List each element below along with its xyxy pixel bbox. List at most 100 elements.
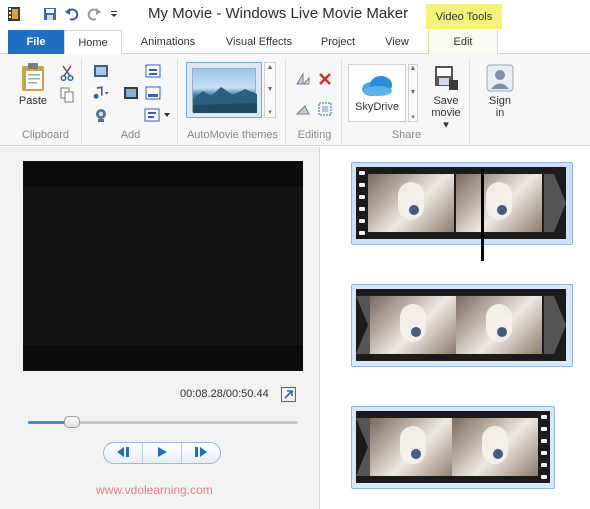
clipboard-group: Paste Clipboard: [10, 58, 82, 144]
snapshot-icon[interactable]: [122, 84, 140, 102]
clock-icon: [496, 326, 508, 338]
copy-icon[interactable]: [58, 86, 76, 104]
share-gallery-scroll[interactable]: ▲ ▼ ▾: [408, 64, 418, 122]
tab-visual-effects[interactable]: Visual Effects: [216, 30, 302, 54]
clock-icon: [408, 204, 420, 216]
sign-in-label-line2: in: [495, 107, 505, 119]
save-movie-label-line1: Save: [433, 95, 459, 107]
scroll-up-icon[interactable]: ▲: [267, 64, 274, 71]
clip-frame: [368, 174, 454, 232]
cut-icon[interactable]: [58, 64, 76, 82]
clip-filmstrip: [356, 411, 550, 483]
tab-view[interactable]: View: [376, 30, 418, 54]
video-preview[interactable]: [23, 161, 303, 371]
storyboard-clip[interactable]: [351, 406, 555, 489]
add-music-icon[interactable]: [92, 84, 110, 102]
playhead[interactable]: [481, 169, 484, 261]
save-movie-button[interactable]: Save movie ▾: [428, 64, 464, 131]
ribbon-tab-bar: File Home Animations Visual Effects Proj…: [0, 30, 590, 55]
save-icon[interactable]: [42, 6, 58, 22]
scroll-down-icon[interactable]: ▼: [410, 89, 417, 96]
rotate-left-icon[interactable]: [294, 70, 312, 88]
app-icon[interactable]: [6, 6, 22, 22]
paste-icon: [19, 62, 47, 95]
skydrive-icon: [360, 74, 394, 101]
ribbon: Paste Clipboard Add ▲ ▼ ▾ AutoMovie them…: [0, 54, 590, 146]
storyboard-clip[interactable]: [351, 162, 573, 261]
remove-icon[interactable]: [316, 70, 334, 88]
window-title: My Movie - Windows Live Movie Maker: [148, 5, 409, 22]
editing-group: Editing: [288, 58, 342, 144]
previous-frame-icon: [115, 446, 131, 461]
automovie-theme-thumbnail[interactable]: [192, 68, 257, 113]
clip-filmstrip: [356, 289, 566, 361]
workspace: 00:08.28/00:50.44 www.vdolearning.com: [0, 147, 590, 509]
playback-controls: [103, 442, 221, 464]
add-video-icon[interactable]: [92, 62, 110, 80]
add-group-label: Add: [120, 129, 141, 141]
watermark: www.vdolearning.com: [96, 483, 213, 497]
skydrive-label: SkyDrive: [354, 100, 399, 113]
gallery-more-icon[interactable]: ▾: [411, 113, 415, 121]
clock-icon: [410, 326, 422, 338]
seek-bar[interactable]: [28, 416, 298, 428]
tab-project[interactable]: Project: [310, 30, 366, 54]
sign-in-button[interactable]: Sign in: [484, 64, 516, 119]
clipboard-group-label: Clipboard: [21, 129, 70, 141]
transition-arrow-icon: [544, 174, 566, 232]
paste-label: Paste: [18, 95, 48, 107]
customize-quick-access-icon[interactable]: [106, 6, 122, 22]
signin-group: Sign in: [472, 58, 530, 144]
save-movie-icon: [433, 64, 459, 95]
seek-bar-thumb[interactable]: [64, 416, 81, 428]
video-picture: [23, 187, 303, 345]
redo-icon[interactable]: [86, 6, 102, 22]
share-group: SkyDrive ▲ ▼ ▾ Save movie ▾ Share: [344, 58, 470, 144]
skydrive-button[interactable]: SkyDrive: [348, 64, 406, 122]
caption-icon[interactable]: [144, 84, 162, 102]
play-button[interactable]: [143, 443, 182, 463]
previous-frame-button[interactable]: [104, 443, 143, 463]
tab-edit[interactable]: Edit: [428, 30, 498, 54]
next-frame-button[interactable]: [182, 443, 220, 463]
tab-file[interactable]: File: [8, 30, 64, 54]
play-icon: [156, 446, 168, 461]
clip-filmstrip: [356, 167, 566, 239]
theme-gallery-scroll[interactable]: ▲ ▼ ▾: [264, 62, 276, 118]
paste-button[interactable]: Paste: [16, 62, 50, 107]
title-icon[interactable]: [144, 62, 162, 80]
clip-frame: [370, 418, 456, 476]
user-icon: [486, 64, 514, 95]
next-frame-icon: [193, 446, 209, 461]
editing-group-label: Editing: [297, 129, 332, 141]
clip-frame: [456, 174, 542, 232]
webcam-icon[interactable]: [92, 106, 110, 124]
undo-icon[interactable]: [64, 6, 80, 22]
film-sprocket: [538, 411, 550, 483]
tab-animations[interactable]: Animations: [128, 30, 208, 54]
film-sprocket: [356, 167, 368, 239]
share-group-label: Share: [391, 129, 422, 141]
clip-frame: [456, 296, 542, 354]
tab-home[interactable]: Home: [64, 30, 122, 55]
select-all-icon[interactable]: [316, 100, 334, 118]
clock-icon: [496, 204, 508, 216]
storyboard-clip[interactable]: [351, 284, 573, 367]
save-movie-label-line2: movie ▾: [431, 107, 461, 131]
popout-icon[interactable]: [281, 387, 296, 402]
storyboard: [321, 147, 590, 509]
credits-icon[interactable]: [144, 106, 172, 124]
clock-icon: [492, 448, 504, 460]
add-group: Add: [84, 58, 178, 144]
rotate-right-icon[interactable]: [294, 100, 312, 118]
automovie-group-label: AutoMovie themes: [186, 129, 279, 141]
automovie-theme-gallery[interactable]: [186, 62, 262, 118]
scroll-down-icon[interactable]: ▼: [267, 86, 274, 93]
gallery-more-icon[interactable]: ▾: [268, 108, 272, 116]
scroll-up-icon[interactable]: ▲: [410, 65, 417, 72]
time-display: 00:08.28/00:50.44: [180, 388, 269, 400]
clock-icon: [410, 448, 422, 460]
title-bar: My Movie - Windows Live Movie Maker Vide…: [0, 0, 590, 30]
clip-frame: [370, 296, 456, 354]
video-tools-context-label: Video Tools: [426, 4, 502, 29]
